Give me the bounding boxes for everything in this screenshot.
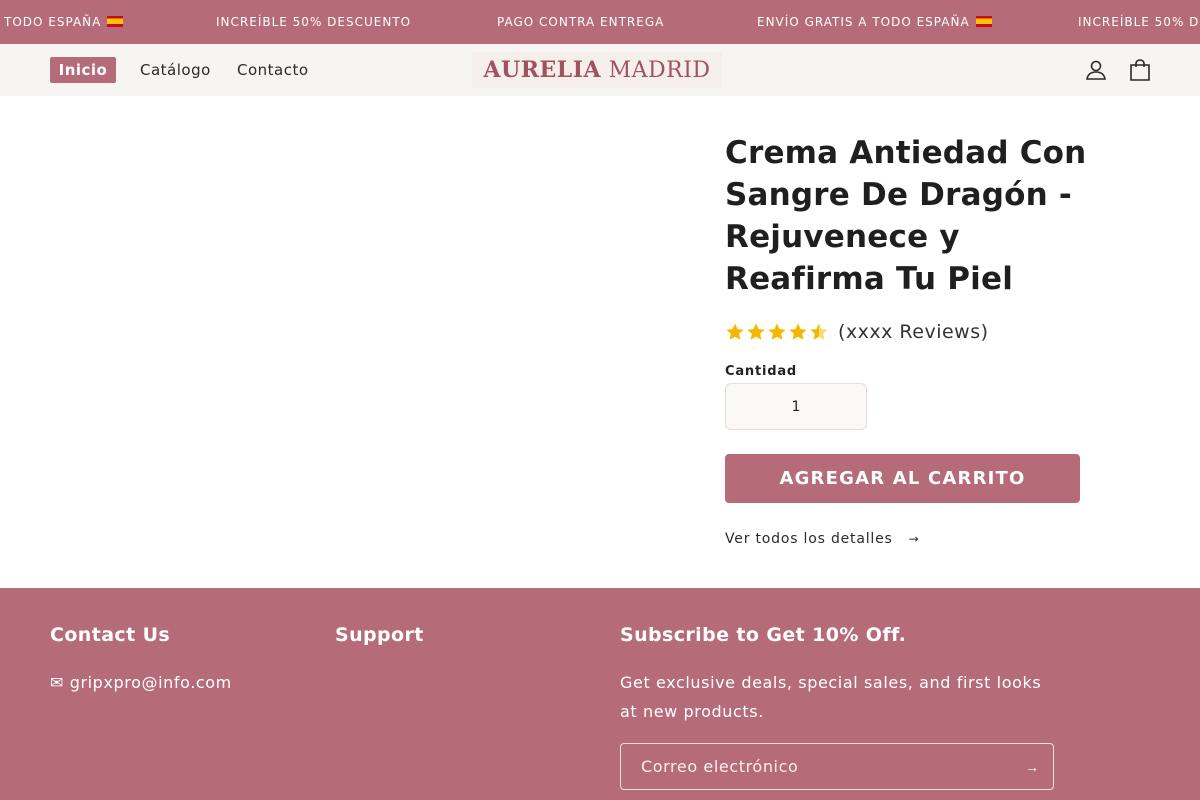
- logo-text-secondary: MADRID: [608, 58, 711, 83]
- nav-catalogo[interactable]: Catálogo: [140, 57, 211, 83]
- announcement-message: PAGO CONTRA ENTREGA: [497, 15, 665, 29]
- newsletter-submit-arrow-icon[interactable]: →: [1019, 754, 1045, 780]
- nav-inicio[interactable]: Inicio: [50, 57, 116, 83]
- envelope-icon: ✉: [50, 673, 65, 692]
- quantity-label: Cantidad: [725, 364, 798, 379]
- view-details-label: Ver todos los detalles: [725, 531, 893, 547]
- account-icon[interactable]: [1083, 57, 1109, 83]
- logo-text-primary: AURELIA: [483, 57, 602, 83]
- nav-contacto[interactable]: Contacto: [237, 57, 309, 83]
- view-details-link[interactable]: Ver todos los detalles →: [725, 529, 919, 549]
- announcement-bar: TODO ESPAÑA INCREÍBLE 50% DESCUENTO PAGO…: [0, 0, 1200, 44]
- product-title: Crema Antiedad Con Sangre De Dragón - Re…: [725, 135, 1087, 297]
- product-rating: (xxxx Reviews): [725, 318, 989, 346]
- star-icon: [768, 323, 786, 340]
- site-header: Inicio Catálogo Contacto AURELIA MADRID: [0, 44, 1200, 96]
- quantity-input[interactable]: [725, 383, 867, 430]
- announcement-message: ENVÍO GRATIS A TODO ESPAÑA: [757, 0, 992, 44]
- subscribe-text-line: Get exclusive deals, special sales, and …: [620, 673, 1042, 692]
- newsletter-form: →: [620, 743, 1054, 790]
- add-to-cart-button[interactable]: AGREGAR AL CARRITO: [725, 454, 1080, 503]
- subscribe-text-line: at new products.: [620, 702, 764, 721]
- contact-email[interactable]: ✉ gripxpro@info.com: [50, 668, 232, 697]
- site-footer: Contact Us ✉ gripxpro@info.com Support S…: [0, 588, 1200, 800]
- arrow-right-icon: →: [908, 532, 920, 546]
- star-icon: [789, 323, 807, 340]
- spain-flag-icon: [975, 16, 992, 27]
- support-heading: Support: [335, 624, 424, 646]
- subscribe-heading: Subscribe to Get 10% Off.: [620, 624, 907, 646]
- subscribe-text: Get exclusive deals, special sales, and …: [620, 668, 1060, 726]
- star-icon: [726, 323, 744, 340]
- announcement-message: TODO ESPAÑA: [4, 0, 124, 44]
- star-icon: [747, 323, 765, 340]
- contact-heading: Contact Us: [50, 624, 171, 646]
- cart-icon[interactable]: [1127, 57, 1153, 83]
- reviews-count[interactable]: (xxxx Reviews): [838, 321, 989, 343]
- site-logo[interactable]: AURELIA MADRID: [472, 52, 722, 88]
- spain-flag-icon: [107, 16, 124, 27]
- half-star-icon: [810, 323, 828, 340]
- announcement-message: INCREÍBLE 50% DESCUENTO: [216, 15, 412, 29]
- announcement-message: INCREÍBLE 50% DESC: [1078, 15, 1200, 29]
- newsletter-email-input[interactable]: [621, 744, 1011, 789]
- contact-email-text: gripxpro@info.com: [69, 673, 232, 692]
